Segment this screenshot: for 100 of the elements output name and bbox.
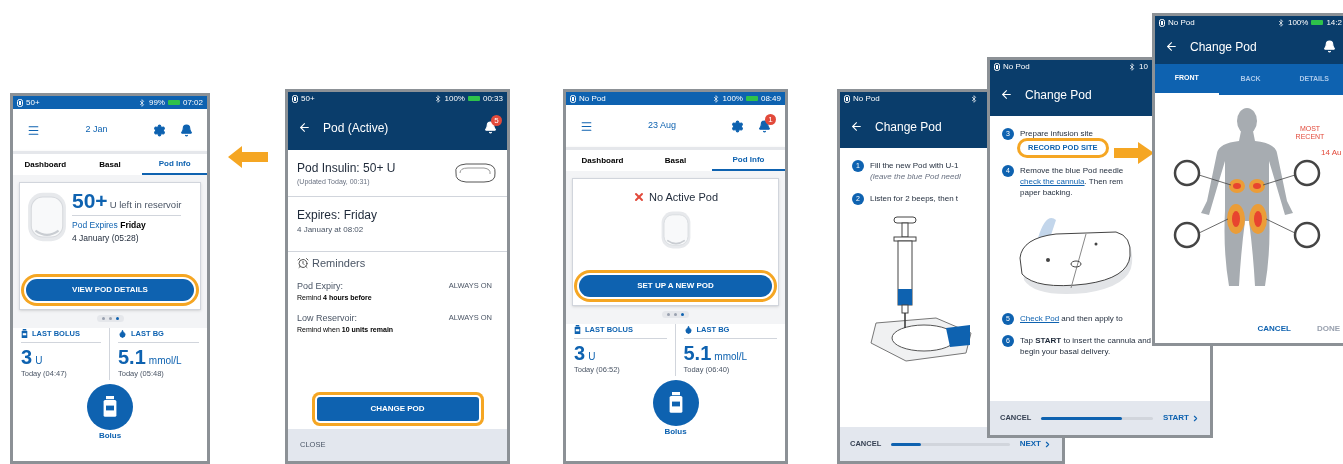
pod-status-icon <box>17 98 23 107</box>
bluetooth-icon <box>1128 62 1137 71</box>
screen-title: Change Pod <box>1190 38 1257 56</box>
pod-status-icon <box>570 94 576 103</box>
settings-icon[interactable] <box>153 123 166 137</box>
pod-status-icon <box>292 94 298 103</box>
clock-time: 07:02 <box>182 98 203 107</box>
clock-time: 14:2 <box>1326 18 1342 27</box>
notification-badge: 5 <box>491 115 502 126</box>
step-text: Remove the blue Pod needle check the cannula. Then rem paper backing. <box>1020 165 1124 198</box>
menu-icon[interactable] <box>580 119 593 133</box>
settings-icon[interactable] <box>731 119 744 133</box>
notification-bell-icon[interactable] <box>484 121 497 134</box>
stat-value: 5.1 <box>683 342 712 365</box>
menu-icon[interactable] <box>27 123 40 137</box>
notification-bell-icon[interactable] <box>758 119 771 133</box>
drop-icon <box>118 329 127 339</box>
pod-status-icon <box>844 94 850 103</box>
back-arrow-icon[interactable] <box>298 121 311 134</box>
error-x-icon <box>632 191 645 204</box>
reminder-name: Pod Expiry: <box>297 279 345 293</box>
step-text: Tap START to insert the cannula and begin your basal delivery. <box>1020 335 1152 357</box>
reservoir-unit: U left in reservoir <box>109 198 182 212</box>
reminder-name: Low Reservoir: <box>297 311 359 325</box>
callout-arrow <box>1114 142 1154 164</box>
tab[interactable]: Basal <box>639 150 712 171</box>
back-arrow-icon[interactable] <box>850 120 863 133</box>
bluetooth-icon <box>970 94 978 103</box>
recent-date: 14 Au <box>1321 147 1342 159</box>
battery-percent: 100% <box>444 94 465 103</box>
pod-status-icon <box>994 62 1000 71</box>
battery-percent: 99% <box>148 98 165 107</box>
notification-bell-icon[interactable] <box>180 123 193 137</box>
battery-icon <box>167 100 180 105</box>
stat-value: 3 <box>574 342 586 365</box>
pod-expires: Pod Expires Friday <box>72 219 147 232</box>
stat-value: 5.1 <box>118 346 146 369</box>
step-text: Listen for 2 beeps, then t <box>870 193 959 204</box>
next-button[interactable]: START <box>1162 412 1200 424</box>
reservoir-amount: 50+ <box>72 189 108 213</box>
callout-arrow <box>228 146 268 168</box>
pod-status: No Pod <box>853 94 880 103</box>
pod-status: No Pod <box>1168 18 1195 27</box>
screen-title: Change Pod <box>1025 86 1092 104</box>
tab[interactable]: Dashboard <box>13 154 78 175</box>
expires-date: 4 January at 08:02 <box>297 224 365 236</box>
next-button[interactable]: NEXT <box>1019 438 1052 450</box>
tab[interactable]: Dashboard <box>566 150 639 171</box>
drop-icon <box>683 325 693 335</box>
tab[interactable]: Basal <box>77 154 143 175</box>
pod-status: 50+ <box>26 98 40 107</box>
pod-expires-date: 4 January (05:28) <box>72 231 140 245</box>
stat-unit: U <box>588 350 596 365</box>
pod-status: No Pod <box>579 94 606 103</box>
reminders-title: Reminders <box>312 256 366 271</box>
step-text: Prepare infusion site <box>1020 128 1094 139</box>
alarm-clock-icon <box>297 257 309 270</box>
bluetooth-icon <box>137 98 146 107</box>
bluetooth-icon <box>433 94 442 103</box>
back-arrow-icon[interactable] <box>1000 88 1013 101</box>
pod-status: No Pod <box>1003 62 1030 71</box>
stat-unit: mmol/L <box>148 354 182 369</box>
no-pod-message: No Active Pod <box>648 190 719 205</box>
step-text: Check Pod and then apply to <box>1020 313 1123 324</box>
chevron-right-icon <box>1191 413 1200 423</box>
battery-icon <box>1311 20 1324 25</box>
bluetooth-icon <box>1276 18 1285 27</box>
notification-bell-icon[interactable] <box>1323 40 1336 53</box>
pod-status-icon <box>1159 18 1165 27</box>
clock-time: 00:33 <box>482 94 503 103</box>
bolus-label: Bolus <box>664 426 687 436</box>
notification-badge: 1 <box>765 113 776 125</box>
pod-insulin: Pod Insulin: 50+ U <box>297 159 397 177</box>
battery-percent: 100% <box>1287 18 1309 27</box>
stat-value: 3 <box>21 346 33 369</box>
battery-percent: 10 <box>1139 62 1148 71</box>
bolus-button[interactable] <box>87 383 133 430</box>
stat-unit: U <box>35 354 43 369</box>
bluetooth-icon <box>711 94 720 103</box>
bottle-icon <box>102 396 118 417</box>
chevron-right-icon <box>1043 439 1052 449</box>
screen-title: Pod (Active) <box>323 119 389 137</box>
action-button[interactable]: CANCEL <box>1257 323 1291 335</box>
battery-icon <box>467 96 480 101</box>
expires-day: Expires: Friday <box>297 206 498 224</box>
battery-icon <box>745 96 758 101</box>
bolus-label: Bolus <box>98 430 122 440</box>
header-date: 2 Jan <box>84 123 109 137</box>
stat-unit: mmol/L <box>714 350 748 365</box>
clock-time: 08:49 <box>760 94 781 103</box>
header-date: 23 Aug <box>647 119 677 133</box>
battery-percent: 100% <box>722 94 743 103</box>
step-link[interactable]: Check Pod <box>1020 314 1060 323</box>
bottle-icon <box>667 392 684 413</box>
pod-drawing <box>452 161 498 185</box>
screen-title: Change Pod <box>875 118 942 136</box>
pod-status: 50+ <box>301 94 315 103</box>
back-arrow-icon[interactable] <box>1165 40 1178 53</box>
step-text: Fill the new Pod with U-1 <box>870 160 960 171</box>
step-note: (leave the blue Pod needl <box>870 171 961 183</box>
